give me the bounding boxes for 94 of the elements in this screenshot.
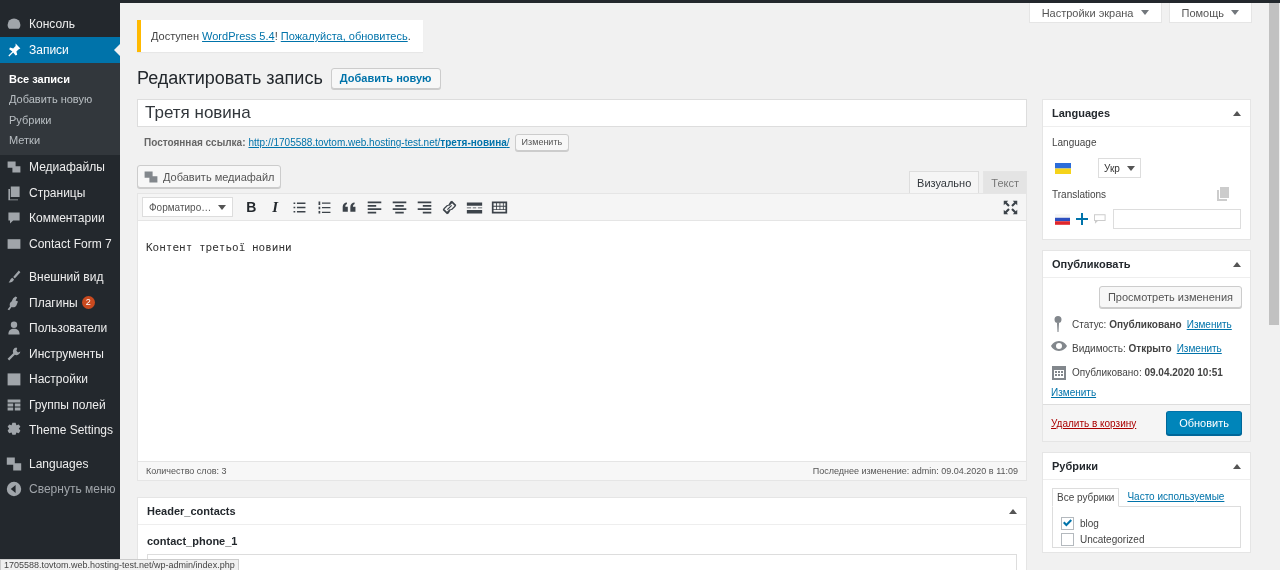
brush-icon <box>6 269 22 286</box>
notice-text: Доступен WordPress 5.4! Пожалуйста, обновитесь. <box>151 30 411 42</box>
preview-changes-button[interactable]: Просмотреть изменения <box>1098 286 1242 308</box>
format-dropdown[interactable]: Форматиро… <box>142 197 234 217</box>
sidebar-item[interactable]: Настройки <box>0 366 120 392</box>
trash-link[interactable]: Удалить в корзину <box>1051 417 1137 429</box>
sidebar-item[interactable]: Комментарии <box>0 205 120 231</box>
panel-title: Languages <box>1052 107 1111 119</box>
sidebar-item[interactable]: Theme Settings <box>0 417 120 443</box>
change-link[interactable]: Изменить <box>1051 387 1242 398</box>
field-label: contact_phone_1 <box>147 535 239 547</box>
sidebar-item[interactable]: Languages <box>0 451 120 477</box>
status-url: 1705588.tovtom.web.hosting-test.net/wp-admin/index.php <box>0 559 239 570</box>
calendar-icon <box>1051 364 1067 380</box>
panel-title: Опубликовать <box>1052 258 1131 270</box>
ukraine-flag-icon <box>1055 162 1071 174</box>
panel-title: Рубрики <box>1052 460 1098 472</box>
caret-icon <box>1140 10 1149 15</box>
edit-permalink-button[interactable]: Изменить <box>514 133 570 151</box>
media-icon <box>6 159 22 176</box>
count-badge: 2 <box>81 296 95 310</box>
publish-info: Опубликовано: 09.04.2020 10:51 <box>1072 366 1223 378</box>
collapse-menu-button[interactable]: Свернуть меню <box>0 476 120 502</box>
screen-tab-button[interactable]: Настройки экрана <box>1028 3 1162 23</box>
category-label: Uncategorized <box>1080 533 1145 545</box>
sidebar-item[interactable]: Группы полей <box>0 392 120 418</box>
permalink-link[interactable]: http://1705588.tovtom.web.hosting-test.net/третя-новина/ <box>248 136 510 148</box>
sidebar-item[interactable]: Медиафайлы <box>0 154 120 180</box>
collapse-arrow-icon <box>6 481 22 498</box>
add-translation-button[interactable] <box>1076 213 1089 225</box>
media-icon <box>143 168 159 185</box>
editor-tab[interactable]: Текст <box>983 171 1027 193</box>
category-label: blog <box>1080 517 1099 529</box>
submenu-item[interactable]: Метки <box>0 130 120 151</box>
sidebar-item[interactable]: Консоль <box>0 11 120 37</box>
field-label: Language <box>1052 137 1098 148</box>
update-button[interactable]: Обновить <box>1166 411 1242 435</box>
sidebar-item[interactable]: Пользователи <box>0 315 120 341</box>
collapse-caret-icon <box>1233 110 1241 116</box>
link-translation-icon <box>1094 214 1106 224</box>
translate-icon <box>6 455 22 472</box>
change-link[interactable]: Изменить <box>1176 342 1222 354</box>
submenu-item[interactable]: Добавить новую <box>0 89 120 110</box>
expand-icon <box>1002 199 1018 215</box>
post-title-field[interactable]: Третя новина <box>137 99 1027 127</box>
translation-field[interactable] <box>1113 209 1241 229</box>
sidebar-item[interactable]: Плагины 2 <box>0 290 120 316</box>
plus-icon <box>1076 213 1089 225</box>
caret-icon <box>1126 165 1135 171</box>
italic-button[interactable]: I <box>265 196 286 218</box>
caret-icon <box>218 204 227 210</box>
grid-icon <box>6 396 22 413</box>
add-media-button[interactable]: Добавить медиафайл <box>137 165 281 188</box>
collapse-caret-icon <box>1233 463 1241 469</box>
permalink-label: Постоянная ссылка: <box>144 136 246 148</box>
checkbox[interactable] <box>1061 532 1074 546</box>
bold-button[interactable]: B <box>241 196 262 218</box>
submenu-item[interactable]: Все записи <box>0 68 120 89</box>
caret-icon <box>1231 10 1239 15</box>
wrench-icon <box>6 345 22 362</box>
sidebar-item[interactable]: Записи <box>0 36 120 63</box>
person-icon <box>6 320 22 337</box>
sidebar-item[interactable]: Contact Form 7 <box>0 231 120 257</box>
pages-icon <box>6 184 22 201</box>
sidebar-item[interactable]: Внешний вид <box>0 264 120 290</box>
russia-flag-icon <box>1055 213 1071 225</box>
add-new-button[interactable]: Добавить новую <box>330 67 441 89</box>
language-select[interactable]: Укр <box>1098 158 1141 178</box>
submenu-item[interactable]: Рубрики <box>0 109 120 130</box>
checkmark-icon <box>1063 519 1072 527</box>
update-link[interactable]: Пожалуйста, обновитесь <box>280 30 408 42</box>
collapse-caret-icon <box>1233 261 1241 267</box>
change-link[interactable]: Изменить <box>1186 318 1232 330</box>
update-link[interactable]: WordPress 5.4 <box>202 30 275 42</box>
screen-tab-button[interactable]: Помощь <box>1168 3 1252 23</box>
post-content[interactable]: Контент третьої новини <box>146 221 1018 254</box>
field-label: Translations <box>1052 188 1107 200</box>
checkbox[interactable] <box>1061 516 1074 530</box>
link-icon <box>441 198 459 216</box>
copy-icon <box>1217 187 1229 201</box>
word-count: Количество слов: 3 <box>146 466 227 476</box>
publish-info: Видимость: Открыто <box>1072 342 1172 354</box>
sidebar-item[interactable]: Инструменты <box>0 341 120 367</box>
collapse-caret-icon <box>1009 508 1017 514</box>
page-title: Редактировать запись <box>137 67 323 89</box>
panel-title: Header_contacts <box>147 505 236 517</box>
sidebar-item[interactable]: Страницы <box>0 180 120 206</box>
editor-tab[interactable]: Визуально <box>909 171 980 193</box>
publish-info: Статус: Опубликовано <box>1072 318 1182 330</box>
scrollbar-thumb[interactable] <box>1269 3 1279 325</box>
category-tab[interactable]: Все рубрики <box>1052 488 1120 507</box>
pushpin-icon <box>6 41 22 58</box>
last-modified: Последнее изменение: admin: 09.04.2020 в 11:09 <box>812 466 1018 476</box>
category-tab[interactable]: Часто используемые <box>1123 488 1229 506</box>
